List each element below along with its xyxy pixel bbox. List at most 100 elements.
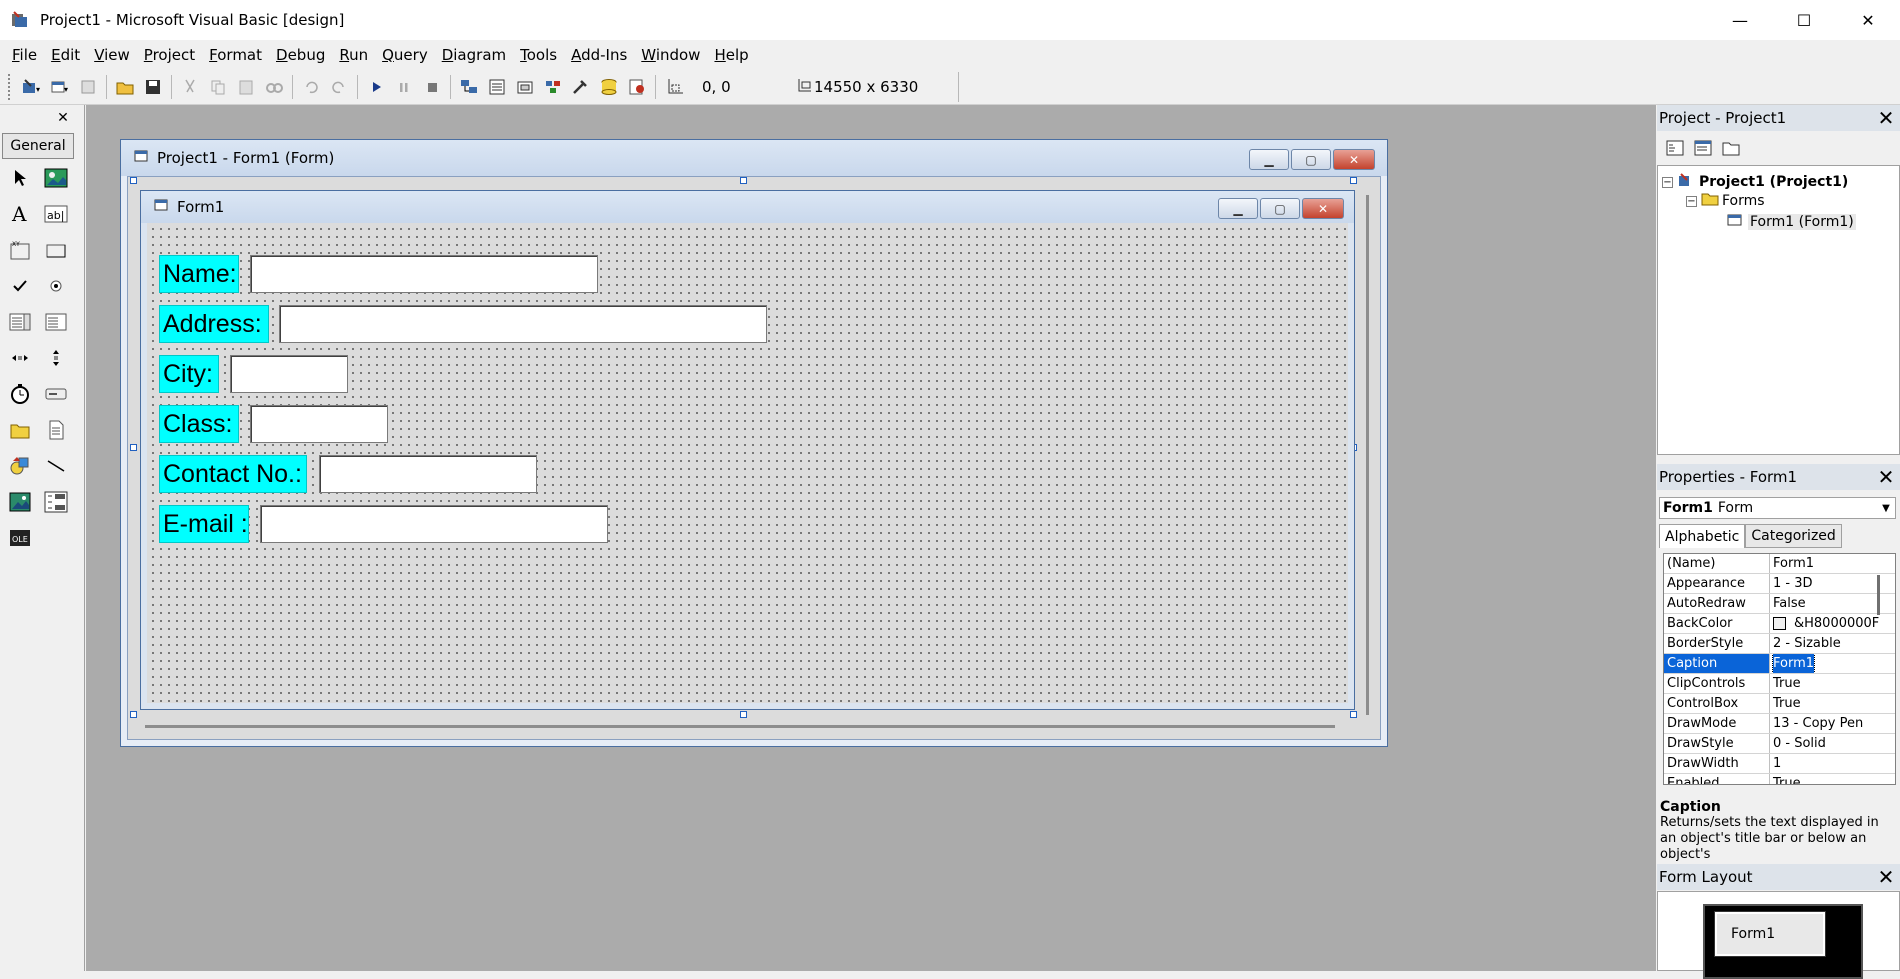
designer-minimize-button[interactable]: ▁ (1249, 149, 1289, 170)
property-row[interactable]: DrawMode 13 - Copy Pen (1664, 714, 1895, 734)
menu-edit[interactable]: Edit (45, 44, 86, 66)
menu-query[interactable]: Query (376, 44, 434, 66)
properties-scrollbar[interactable] (1877, 575, 1880, 615)
property-row[interactable]: BackColor &H8000000F (1664, 614, 1895, 634)
property-row[interactable]: AutoRedraw False (1664, 594, 1895, 614)
textbox-city[interactable] (230, 355, 348, 393)
cut-icon[interactable] (176, 73, 204, 101)
menu-debug[interactable]: Debug (270, 44, 331, 66)
form1-client-area[interactable]: Name: Address: City: Class: Contact No.:… (147, 223, 1348, 703)
drivelistbox-tool-icon[interactable] (40, 379, 72, 409)
project-explorer-icon[interactable] (455, 73, 483, 101)
textbox-class[interactable] (250, 405, 388, 443)
form1-window[interactable]: Form1 ▁ ▢ ✕ Name: Address: City: Class: … (140, 190, 1355, 710)
designer-maximize-button[interactable]: ▢ (1291, 149, 1331, 170)
properties-window-icon[interactable] (483, 73, 511, 101)
start-icon[interactable] (362, 73, 390, 101)
toolbox-icon[interactable] (567, 73, 595, 101)
object-browser-icon[interactable] (539, 73, 567, 101)
resize-handle[interactable] (1350, 711, 1357, 718)
textbox-tool-icon[interactable]: ab| (40, 199, 72, 229)
optionbutton-tool-icon[interactable] (40, 271, 72, 301)
label-class[interactable]: Class: (159, 405, 239, 443)
property-row[interactable]: ControlBox True (1664, 694, 1895, 714)
form1-close-button[interactable]: ✕ (1302, 198, 1344, 219)
designer-horizontal-scrollbar[interactable] (145, 725, 1335, 728)
menu-file[interactable]: File (6, 44, 43, 66)
property-row[interactable]: DrawStyle 0 - Solid (1664, 734, 1895, 754)
property-row[interactable]: ClipControls True (1664, 674, 1895, 694)
tree-node-form1[interactable]: Form1 (Form1) (1726, 212, 1856, 232)
menu-project[interactable]: Project (138, 44, 201, 66)
resize-handle[interactable] (1350, 177, 1357, 184)
undo-icon[interactable] (297, 73, 325, 101)
view-code-icon[interactable] (1661, 135, 1689, 161)
property-row[interactable]: BorderStyle 2 - Sizable (1664, 634, 1895, 654)
add-form-icon[interactable]: ▾ (46, 73, 74, 101)
commandbutton-tool-icon[interactable] (40, 235, 72, 265)
designer-close-button[interactable]: ✕ (1333, 149, 1375, 170)
collapse-icon[interactable]: − (1662, 176, 1673, 188)
maximize-button[interactable]: ☐ (1772, 0, 1836, 40)
picturebox-tool-icon[interactable] (40, 163, 72, 193)
menu-tools[interactable]: Tools (514, 44, 563, 66)
caption-value-input[interactable]: Form1 (1771, 654, 1816, 673)
toolbox-tab-general[interactable]: General (2, 133, 74, 159)
menu-view[interactable]: View (88, 44, 136, 66)
menu-window[interactable]: Window (635, 44, 706, 66)
object-selector-dropdown[interactable]: Form1 Form ▼ (1659, 497, 1896, 519)
menu-run[interactable]: Run (333, 44, 374, 66)
label-contact-no[interactable]: Contact No.: (159, 455, 307, 493)
chevron-down-icon[interactable]: ▼ (1877, 498, 1895, 518)
label-email[interactable]: E-mail : (159, 505, 249, 543)
resize-handle[interactable] (740, 711, 747, 718)
toolbox-close-button[interactable]: ✕ (50, 105, 76, 131)
resize-handle[interactable] (130, 177, 137, 184)
break-icon[interactable] (390, 73, 418, 101)
label-name[interactable]: Name: (159, 255, 239, 293)
view-object-icon[interactable] (1689, 135, 1717, 161)
save-project-icon[interactable] (139, 73, 167, 101)
image-tool-icon[interactable] (4, 487, 36, 517)
close-button[interactable]: ✕ (1836, 0, 1900, 40)
resize-handle[interactable] (130, 711, 137, 718)
menu-editor-icon[interactable] (74, 73, 102, 101)
properties-close-button[interactable]: ✕ (1874, 464, 1898, 490)
minimize-button[interactable]: — (1708, 0, 1772, 40)
redo-icon[interactable] (325, 73, 353, 101)
menu-diagram[interactable]: Diagram (436, 44, 512, 66)
frame-tool-icon[interactable]: XY (4, 235, 36, 265)
tab-categorized[interactable]: Categorized (1745, 524, 1842, 548)
collapse-icon[interactable]: − (1686, 195, 1697, 207)
combobox-tool-icon[interactable] (4, 307, 36, 337)
form-layout-icon[interactable] (511, 73, 539, 101)
shape-tool-icon[interactable] (4, 451, 36, 481)
find-icon[interactable] (260, 73, 288, 101)
open-project-icon[interactable] (111, 73, 139, 101)
form1-maximize-button[interactable]: ▢ (1260, 198, 1300, 219)
textbox-address[interactable] (279, 305, 767, 343)
textbox-contact-no[interactable] (319, 455, 537, 493)
pointer-tool-icon[interactable] (4, 163, 36, 193)
label-city[interactable]: City: (159, 355, 219, 393)
line-tool-icon[interactable] (40, 451, 72, 481)
tab-alphabetic[interactable]: Alphabetic (1659, 524, 1746, 548)
filelistbox-tool-icon[interactable] (40, 415, 72, 445)
form1-title-bar[interactable]: Form1 ▁ ▢ ✕ (141, 191, 1354, 223)
designer-title-bar[interactable]: Project1 - Form1 (Form) ▁ ▢ ✕ (121, 140, 1387, 176)
ole-tool-icon[interactable]: OLE (4, 523, 36, 553)
resize-handle[interactable] (130, 444, 137, 451)
project-explorer-close-button[interactable]: ✕ (1874, 105, 1898, 131)
label-address[interactable]: Address: (159, 305, 269, 343)
timer-tool-icon[interactable] (4, 379, 36, 409)
property-row-selected[interactable]: Caption Form1 (1664, 654, 1895, 674)
form1-minimize-button[interactable]: ▁ (1218, 198, 1258, 219)
copy-icon[interactable] (204, 73, 232, 101)
component-manager-icon[interactable] (623, 73, 651, 101)
property-row[interactable]: (Name) Form1 (1664, 554, 1895, 574)
checkbox-tool-icon[interactable] (4, 271, 36, 301)
dirlistbox-tool-icon[interactable] (4, 415, 36, 445)
tree-node-project[interactable]: − Project1 (Project1) (1662, 172, 1848, 192)
vscrollbar-tool-icon[interactable] (40, 343, 72, 373)
menu-format[interactable]: Format (203, 44, 268, 66)
